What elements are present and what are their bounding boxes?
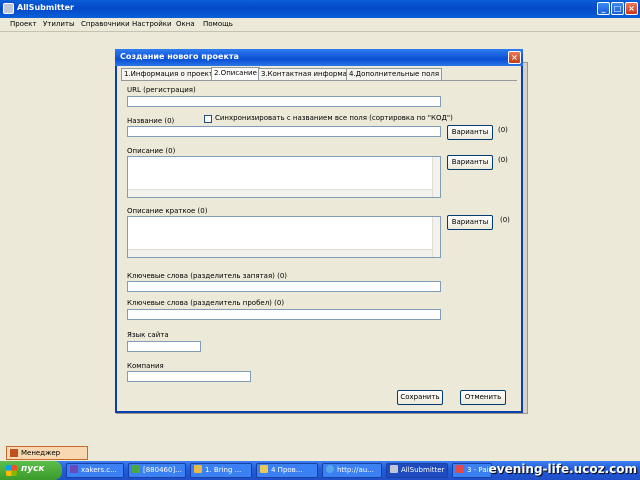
tab-extra-fields[interactable]: 4.Дополнительные поля [346,68,443,80]
sync-checkbox[interactable] [204,115,212,123]
menu-help[interactable]: Помощь [203,20,233,28]
url-field[interactable] [127,96,441,107]
menu-bar: Проект Утилиты Справочники Настройки Окн… [0,18,640,32]
keywords-comma-label: Ключевые слова (разделитель запятая) (0) [127,272,288,280]
short-description-count: (0) [500,216,510,224]
folder-icon [260,465,268,473]
project-manager-icon [10,449,18,457]
taskbar-item[interactable]: 4 Пров... [256,463,318,478]
taskbar-item[interactable]: http://au... [322,463,382,478]
tab-project-info[interactable]: 1.Информация о проекте. [121,68,223,80]
description-hscroll[interactable] [128,189,432,197]
site-language-label: Язык сайта [127,331,169,339]
minimize-button[interactable]: _ [597,2,610,15]
save-button[interactable]: Сохранить [397,390,443,405]
menu-utilities[interactable]: Утилиты [43,20,75,28]
chat-icon [132,465,140,473]
name-variants-button[interactable]: Варианты [447,125,493,140]
taskbar-item[interactable]: 1. Bring ... [190,463,252,478]
keywords-space-field[interactable] [127,309,441,320]
name-count: (0) [498,126,508,134]
short-description-vscroll[interactable] [432,217,440,257]
app-icon [3,3,14,14]
description-count: (0) [498,156,508,164]
taskbar-item-label: [880460]... [143,466,182,474]
folder-icon [194,465,202,473]
app-titlebar: AllSubmitter _ □ × [0,0,640,18]
app-icon [390,465,398,473]
new-project-dialog: Создание нового проекта × 1.Информация о… [115,49,523,413]
app-title: AllSubmitter [17,3,74,12]
keywords-space-label: Ключевые слова (разделитель пробел) (0) [127,299,285,307]
menu-settings[interactable]: Настройки [132,20,172,28]
close-button[interactable]: × [625,2,638,15]
keywords-comma-field[interactable] [127,281,441,292]
taskbar-item-label: xakers.c... [81,466,117,474]
description-variants-button[interactable]: Варианты [447,155,493,170]
name-label: Название (0) [127,117,175,125]
watermark: evening-life.ucoz.com [488,462,637,476]
description-vscroll[interactable] [432,157,440,197]
company-field[interactable] [127,371,251,382]
short-description-variants-button[interactable]: Варианты [447,215,493,230]
sync-label: Синхронизировать с названием все поля (с… [215,114,453,122]
short-description-textarea[interactable] [127,216,441,258]
name-field[interactable] [127,126,441,137]
taskbar-item[interactable]: xakers.c... [66,463,124,478]
short-description-label: Описание краткое (0) [127,207,208,215]
cancel-button[interactable]: Отменить [460,390,506,405]
company-label: Компания [127,362,164,370]
menu-project[interactable]: Проект [10,20,37,28]
taskbar-item-label: AllSubmitter [401,466,445,474]
menu-references[interactable]: Справочники [81,20,130,28]
start-label: пуск [21,464,45,474]
globe-icon [326,465,334,473]
taskbar-item[interactable]: 3 - Paint [452,463,492,478]
taskbar-item[interactable]: AllSubmitter [386,463,448,478]
windows-logo-icon [6,465,17,476]
tab-description[interactable]: 2.Описание [211,67,260,81]
taskbar-item-label: 4 Пров... [271,466,303,474]
site-language-field[interactable] [127,341,201,352]
browser-icon [70,465,78,473]
taskbar: пуск xakers.c... [880460]... 1. Bring ..… [0,461,640,480]
taskbar-item-label: 1. Bring ... [205,466,242,474]
paint-icon [456,465,464,473]
dialog-title: Создание нового проекта [120,52,239,61]
taskbar-item[interactable]: [880460]... [128,463,186,478]
description-label: Описание (0) [127,147,176,155]
dialog-close-button[interactable]: × [508,51,521,64]
maximize-button[interactable]: □ [611,2,624,15]
url-label: URL (регистрация) [127,86,196,94]
start-button[interactable]: пуск [0,461,62,480]
project-manager-tab[interactable]: Менеджер проектов [6,446,88,469]
description-textarea[interactable] [127,156,441,198]
menu-windows[interactable]: Окна [176,20,195,28]
taskbar-item-label: http://au... [337,466,374,474]
dialog-titlebar: Создание нового проекта × [115,49,523,66]
short-description-hscroll[interactable] [128,249,432,257]
